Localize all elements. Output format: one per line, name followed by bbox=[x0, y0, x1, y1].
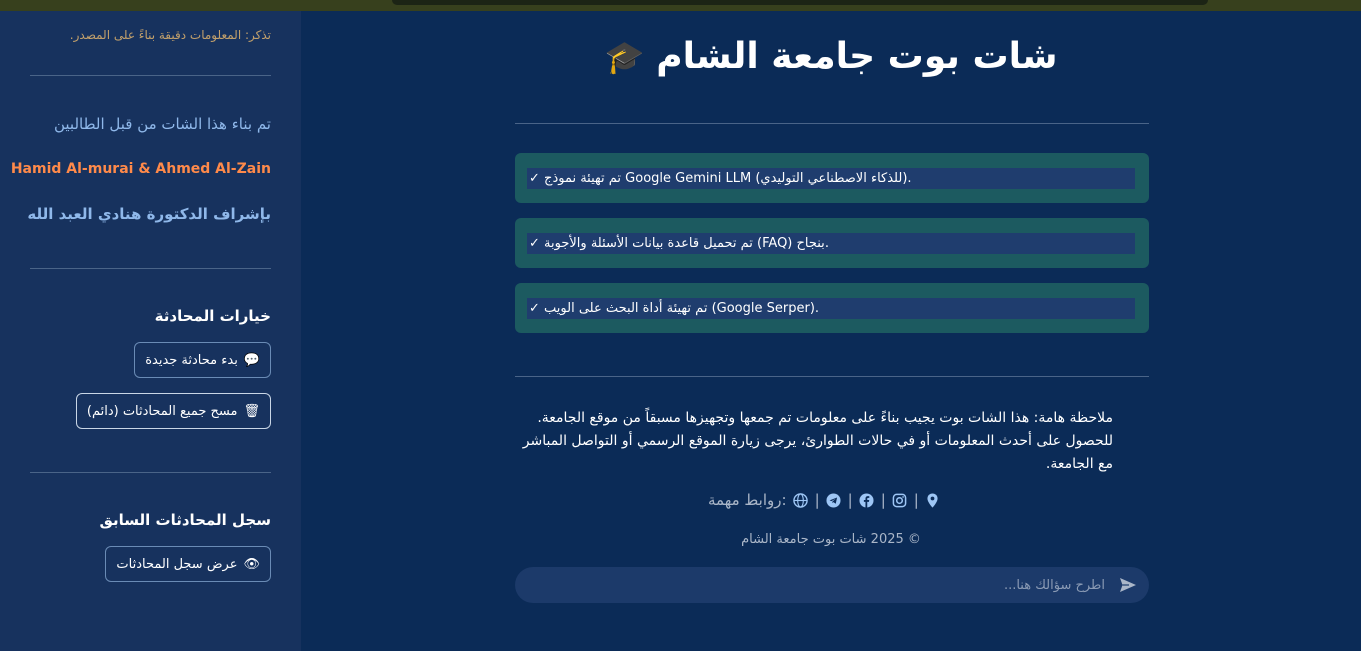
page-title-text: شات بوت جامعة الشام bbox=[656, 36, 1058, 77]
status-message: ✓ تم تهيئة أداة البحث على الويب (Google … bbox=[515, 283, 1149, 333]
clear-all-label: مسح جميع المحادثات (دائم) bbox=[86, 403, 238, 419]
status-text: تم تحميل قاعدة بيانات الأسئلة والأجوبة (… bbox=[544, 236, 829, 251]
important-links: روابط مهمة: | | | | bbox=[708, 491, 941, 509]
check-icon: ✓ bbox=[529, 171, 540, 186]
view-history-button[interactable]: 👁 عرض سجل المحادثات bbox=[105, 546, 271, 582]
top-bar bbox=[0, 0, 1361, 11]
options-heading: خيارات المحادثة bbox=[154, 307, 271, 325]
important-notice: ملاحظة هامة: هذا الشات بوت يجيب بناءً عل… bbox=[522, 410, 1113, 472]
top-bar-pill bbox=[392, 0, 1208, 5]
globe-icon[interactable] bbox=[793, 492, 809, 508]
map-pin-icon[interactable] bbox=[925, 492, 941, 508]
credit-supervisor: بإشراف الدكتورة هنادي العبد الله bbox=[27, 205, 271, 223]
new-chat-label: بدء محادثة جديدة bbox=[145, 352, 238, 368]
links-label: روابط مهمة: bbox=[708, 491, 787, 509]
main-divider bbox=[515, 123, 1149, 124]
status-text: تم تهيئة أداة البحث على الويب (Google Se… bbox=[544, 301, 820, 316]
instagram-icon[interactable] bbox=[892, 492, 908, 508]
view-history-label: عرض سجل المحادثات bbox=[116, 556, 238, 572]
status-text: تم تهيئة نموذج Google Gemini LLM (للذكاء… bbox=[544, 171, 912, 186]
status-message: ✓ تم تهيئة نموذج Google Gemini LLM (للذك… bbox=[515, 153, 1149, 203]
check-icon: ✓ bbox=[529, 236, 540, 251]
chat-input-bar bbox=[515, 567, 1149, 603]
clear-all-chats-button[interactable]: 🗑 مسح جميع المحادثات (دائم) bbox=[75, 393, 271, 429]
page-title: شات بوت جامعة الشام 🎓 bbox=[301, 36, 1361, 77]
sidebar-note: تذكر: المعلومات دقيقة بناءً على المصدر. bbox=[69, 28, 271, 42]
sidebar-divider bbox=[30, 75, 271, 76]
telegram-icon[interactable] bbox=[826, 492, 842, 508]
check-icon: ✓ bbox=[529, 301, 540, 316]
status-message: ✓ تم تحميل قاعدة بيانات الأسئلة والأجوبة… bbox=[515, 218, 1149, 268]
send-icon[interactable] bbox=[1119, 576, 1137, 594]
copyright: © 2025 شات بوت جامعة الشام bbox=[741, 532, 921, 547]
sidebar-divider bbox=[30, 472, 271, 473]
main-content: شات بوت جامعة الشام 🎓 ✓ تم تهيئة نموذج Go… bbox=[301, 11, 1361, 651]
credit-names: Hamid Al-murai & Ahmed Al-Zain bbox=[10, 161, 271, 177]
graduation-cap-icon: 🎓 bbox=[604, 38, 645, 76]
credit-intro: تم بناء هذا الشات من قبل الطالبين bbox=[53, 115, 271, 133]
chat-input[interactable] bbox=[525, 567, 1105, 603]
facebook-icon[interactable] bbox=[859, 492, 875, 508]
sidebar: تذكر: المعلومات دقيقة بناءً على المصدر. … bbox=[0, 11, 301, 651]
history-heading: سجل المحادثات السابق bbox=[99, 511, 271, 529]
new-chat-button[interactable]: 💬 بدء محادثة جديدة bbox=[134, 342, 271, 378]
trash-icon: 🗑 bbox=[243, 403, 260, 419]
main-divider bbox=[515, 376, 1149, 377]
speech-bubble-icon: 💬 bbox=[243, 352, 260, 368]
sidebar-divider bbox=[30, 268, 271, 269]
eye-icon: 👁 bbox=[243, 556, 260, 572]
